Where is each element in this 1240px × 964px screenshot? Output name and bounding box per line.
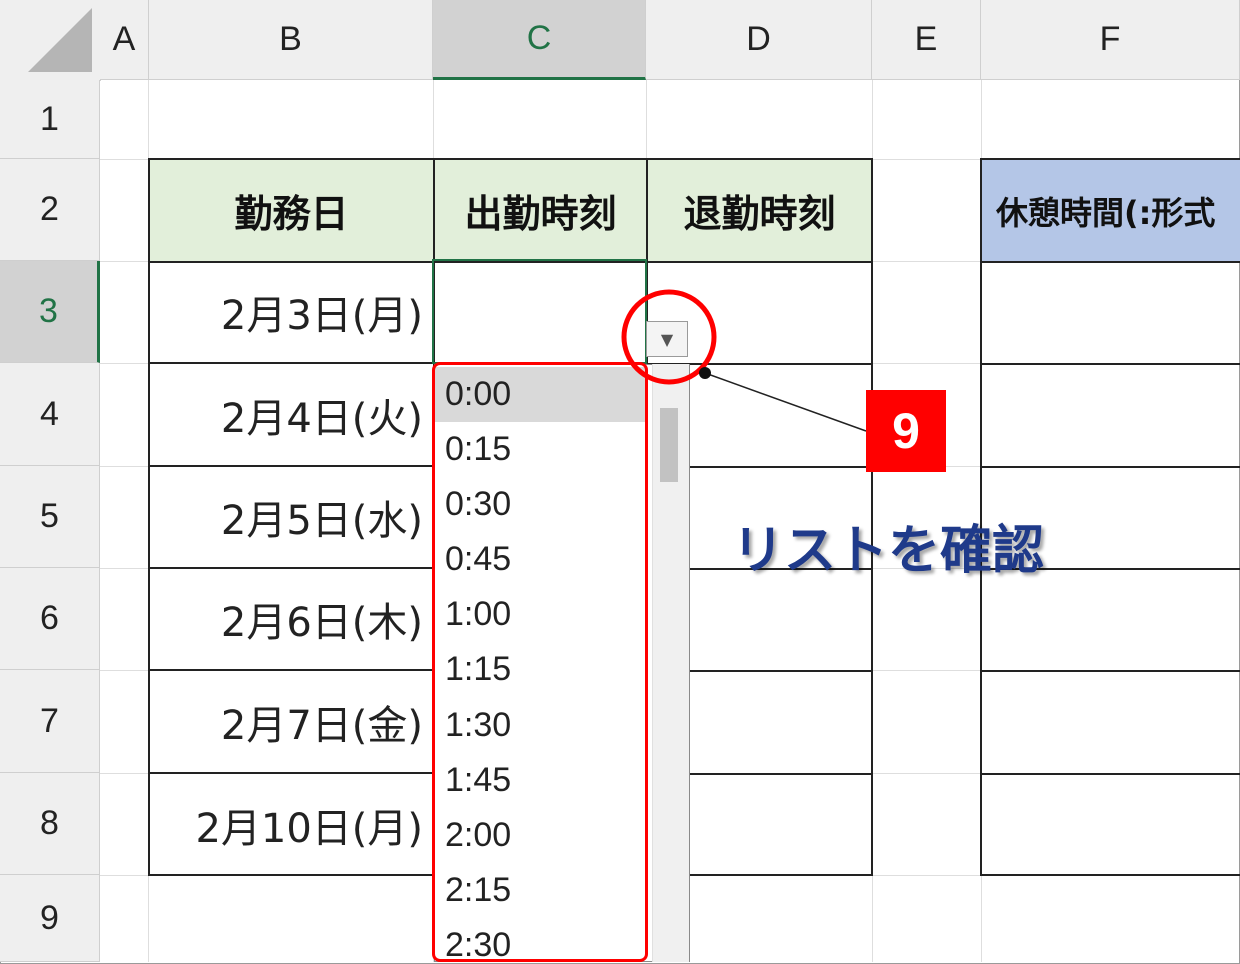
column-header-e[interactable]: E: [872, 0, 981, 80]
active-cell-c3[interactable]: [432, 259, 647, 364]
date-cell[interactable]: 2月10日(月): [148, 774, 433, 876]
header-cell-clock-out[interactable]: 退勤時刻: [646, 158, 873, 263]
break-time-header[interactable]: 休憩時間(:形式: [980, 158, 1240, 263]
row-header-7[interactable]: 7: [0, 670, 100, 773]
select-all-button[interactable]: [0, 0, 101, 81]
row-header-1[interactable]: 1: [0, 80, 100, 159]
header-cell-clock-in[interactable]: 出勤時刻: [433, 158, 648, 263]
column-header-b[interactable]: B: [149, 0, 433, 80]
row-header-4[interactable]: 4: [0, 363, 100, 466]
step-number-badge: 9: [866, 390, 946, 472]
select-all-triangle-icon: [28, 8, 92, 72]
header-cell-workday[interactable]: 勤務日: [148, 158, 435, 263]
date-cell[interactable]: 2月5日(水): [148, 467, 433, 569]
row-header-9[interactable]: 9: [0, 875, 100, 962]
row-border: [980, 670, 1240, 672]
row-border: [980, 466, 1240, 468]
row-border: [980, 773, 1240, 775]
column-header-f[interactable]: F: [981, 0, 1240, 80]
row-header-5[interactable]: 5: [0, 466, 100, 568]
dropdown-button[interactable]: ▼: [646, 321, 688, 357]
row-header-8[interactable]: 8: [0, 773, 100, 875]
row-header-6[interactable]: 6: [0, 568, 100, 670]
column-header-c[interactable]: C: [433, 0, 646, 80]
date-cell[interactable]: 2月3日(月): [148, 261, 433, 364]
date-cell[interactable]: 2月7日(金): [148, 671, 433, 774]
column-header-d[interactable]: D: [646, 0, 872, 80]
dropdown-arrow-icon: ▼: [660, 329, 674, 349]
date-cell[interactable]: 2月4日(火): [148, 364, 433, 467]
row-header-2[interactable]: 2: [0, 159, 100, 261]
date-cell[interactable]: 2月6日(木): [148, 569, 433, 671]
annotation-note: リストを確認: [732, 522, 1045, 580]
row-border: [980, 363, 1240, 365]
dropdown-scrollbar-thumb[interactable]: [660, 408, 678, 482]
column-header-a[interactable]: A: [100, 0, 149, 80]
list-highlight-box: [432, 362, 648, 962]
row-header-3[interactable]: 3: [0, 261, 100, 363]
